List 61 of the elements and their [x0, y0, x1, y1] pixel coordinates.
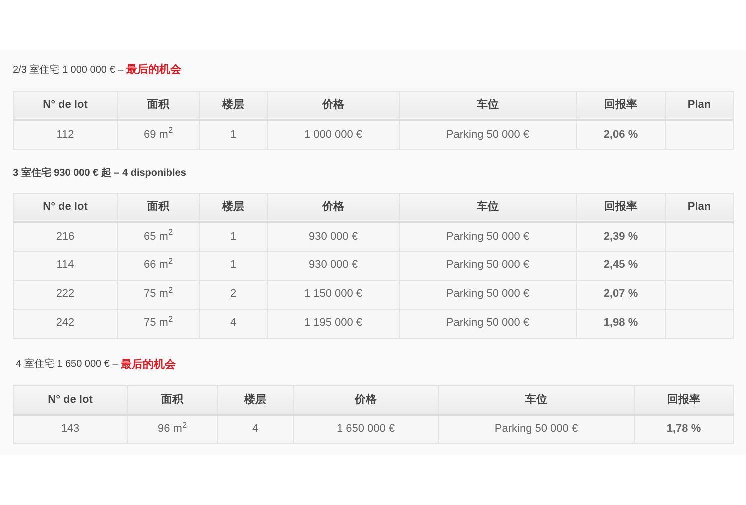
- column-header: 价格: [268, 91, 400, 120]
- table-cell: 143: [14, 414, 128, 444]
- table-cell: 69 m$^{2}$: [118, 120, 200, 149]
- table-cell: 114: [14, 251, 118, 280]
- table-cell: 112: [14, 120, 118, 149]
- table-cell: 930 000 €: [268, 222, 400, 251]
- table-cell: Parking 50 000 €: [438, 414, 634, 444]
- column-header: 车位: [400, 193, 576, 222]
- section-heading: 2/3 室住宅 1 000 000 € –: [13, 64, 125, 78]
- table-cell: Parking 50 000 €: [400, 251, 576, 280]
- table-cell: Parking 50 000 €: [400, 222, 576, 251]
- table-cell: 4: [218, 414, 294, 444]
- column-header: 车位: [400, 91, 576, 120]
- column-header: 回报率: [576, 193, 666, 222]
- table-cell: 1: [200, 222, 268, 251]
- table-cell: 216: [14, 222, 118, 251]
- column-header: 面积: [118, 193, 200, 222]
- table-cell: 2: [200, 280, 268, 309]
- column-header: 车位: [438, 386, 634, 414]
- table-cell: 4: [200, 309, 268, 338]
- table-cell: 96 m$^{2}$: [128, 414, 218, 444]
- column-header: 价格: [268, 193, 400, 222]
- column-header: N° de lot: [14, 193, 118, 222]
- table-cell: 1,98 %: [576, 309, 666, 338]
- table-cell: 930 000 €: [268, 251, 400, 280]
- column-header: N° de lot: [14, 91, 118, 120]
- section-heading: 4 室住宅 1 650 000 € –: [16, 358, 120, 372]
- table-cell: Parking 50 000 €: [400, 309, 576, 338]
- table-cell: 2,07 %: [576, 280, 666, 309]
- table-cell: 66 m$^{2}$: [118, 251, 200, 280]
- table-cell: 1,78 %: [634, 414, 734, 444]
- table-cell: 1: [200, 120, 268, 149]
- column-header: 楼层: [200, 91, 268, 120]
- table-cell: 75 m$^{2}$: [118, 280, 200, 309]
- column-header: 楼层: [218, 386, 294, 414]
- column-header: 价格: [294, 386, 438, 414]
- table-cell: 1 650 000 €: [294, 414, 438, 444]
- table-cell: 222: [14, 280, 118, 309]
- table-cell: Parking 50 000 €: [400, 120, 576, 149]
- table-cell: 2,39 %: [576, 222, 666, 251]
- section-heading: 3 室住宅 930 000 € 起 – 4 disponibles: [13, 166, 186, 180]
- column-header: 回报率: [576, 91, 666, 120]
- column-header: 楼层: [200, 193, 268, 222]
- table-cell: 2,06 %: [576, 120, 666, 149]
- table-cell: 2,45 %: [576, 251, 666, 280]
- column-header: Plan: [666, 91, 734, 120]
- table-cell: Parking 50 000 €: [400, 280, 576, 309]
- table-cell: 1 150 000 €: [268, 280, 400, 309]
- table-cell: 1 000 000 €: [268, 120, 400, 149]
- table-cell: 1: [200, 251, 268, 280]
- column-header: 面积: [118, 91, 200, 120]
- column-header: 面积: [128, 386, 218, 414]
- column-header: Plan: [666, 193, 734, 222]
- highlight-label: 最后的机会: [121, 358, 176, 372]
- table-cell: 1 195 000 €: [268, 309, 400, 338]
- table-cell: 65 m$^{2}$: [118, 222, 200, 251]
- highlight-label: 最后的机会: [126, 62, 182, 78]
- table-cell: 75 m$^{2}$: [118, 309, 200, 338]
- column-header: N° de lot: [14, 386, 128, 414]
- table-cell: 242: [14, 309, 118, 338]
- column-header: 回报率: [634, 386, 734, 414]
